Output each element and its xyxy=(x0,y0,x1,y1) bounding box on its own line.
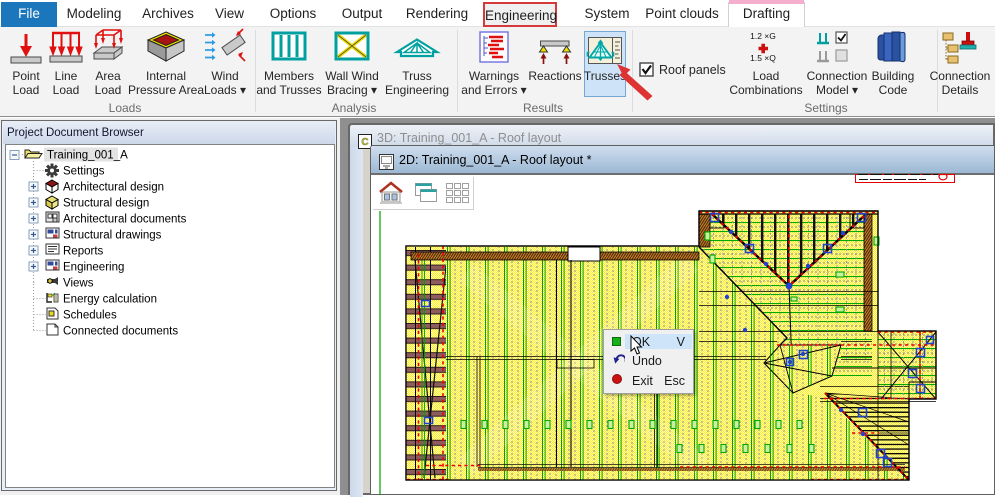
svg-text:Energy calculation: Energy calculation xyxy=(63,294,157,306)
svg-text:Engineering: Engineering xyxy=(63,262,124,274)
svg-text:C: C xyxy=(361,137,368,148)
svg-text:Schedules: Schedules xyxy=(63,310,117,322)
svg-text:Settings: Settings xyxy=(63,166,105,178)
svg-text:1.2 ×G: 1.2 ×G xyxy=(750,31,776,41)
svg-text:1.5 ×Q: 1.5 ×Q xyxy=(750,53,776,63)
svg-text:Roof panels: Roof panels xyxy=(659,63,726,77)
svg-text:Architectural documents: Architectural documents xyxy=(63,214,187,226)
svg-text:Training_001_A: Training_001_A xyxy=(47,150,128,162)
svg-text:Reports: Reports xyxy=(63,246,104,258)
svg-text:Structural design: Structural design xyxy=(63,198,149,210)
svg-text:Connected documents: Connected documents xyxy=(63,326,178,338)
svg-text:Architectural design: Architectural design xyxy=(63,182,164,194)
svg-text:Structural drawings: Structural drawings xyxy=(63,230,162,242)
svg-text:Views: Views xyxy=(63,278,94,290)
